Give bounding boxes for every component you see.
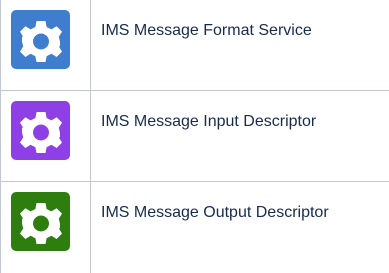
cell-border [0, 182, 1, 273]
service-label: IMS Message Format Service [101, 22, 312, 39]
column-divider [90, 0, 91, 90]
list-item[interactable]: IMS Message Output Descriptor [0, 182, 389, 273]
cell-border [0, 0, 1, 90]
gear-icon [11, 10, 70, 69]
column-divider [90, 182, 91, 273]
list-item[interactable]: IMS Message Format Service [0, 0, 389, 91]
service-label: IMS Message Output Descriptor [101, 204, 329, 221]
list-item[interactable]: IMS Message Input Descriptor [0, 91, 389, 182]
cell-border [0, 91, 1, 181]
service-list: IMS Message Format Service IMS Message I… [0, 0, 389, 273]
gear-icon [11, 192, 70, 251]
column-divider [90, 91, 91, 181]
gear-icon [11, 101, 70, 160]
service-label: IMS Message Input Descriptor [101, 113, 317, 130]
